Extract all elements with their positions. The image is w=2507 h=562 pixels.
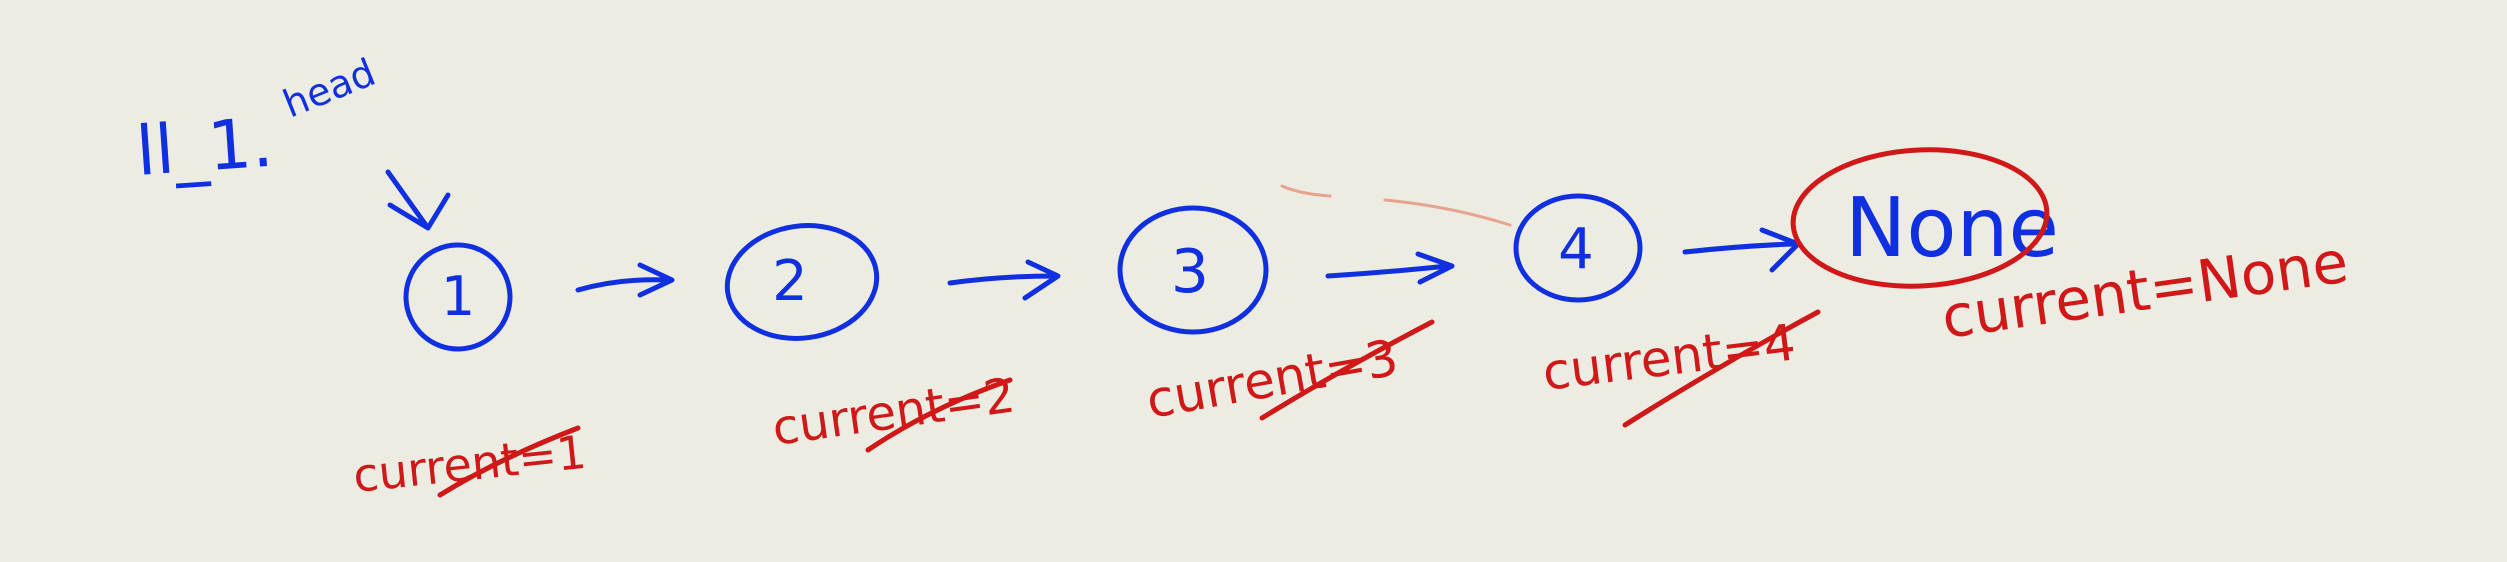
node-value: 3 <box>1171 237 1209 307</box>
terminal-label: None <box>1845 181 2059 276</box>
list-label: ll_1. <box>134 104 276 192</box>
list-node: 1 <box>403 242 513 352</box>
list-node: 2 <box>724 223 880 341</box>
next-arrow <box>1325 251 1455 285</box>
current-annotation: current=3 <box>1142 319 1435 430</box>
next-arrow <box>1682 227 1801 273</box>
stray-stroke <box>1280 184 1512 227</box>
current-annotation: current=4 <box>1539 309 1821 428</box>
node-value: 1 <box>441 265 475 328</box>
annotation-text: current=4 <box>1539 313 1798 402</box>
node-value: 4 <box>1558 217 1594 282</box>
head-arrow <box>385 169 451 231</box>
list-node: 3 <box>1117 205 1269 335</box>
current-annotation: current=1 <box>351 425 589 503</box>
linked-list-diagram: ll_1. head 1 2 3 4 None current=1 curren… <box>134 50 2352 503</box>
next-arrow <box>947 259 1061 301</box>
terminal-node: None <box>1790 147 2059 289</box>
node-value: 2 <box>772 249 808 314</box>
next-arrow <box>575 262 675 298</box>
list-node: 4 <box>1513 193 1643 303</box>
current-annotation: current=2 <box>769 367 1018 456</box>
head-label: head <box>277 50 381 126</box>
annotation-text: current=2 <box>769 367 1018 456</box>
